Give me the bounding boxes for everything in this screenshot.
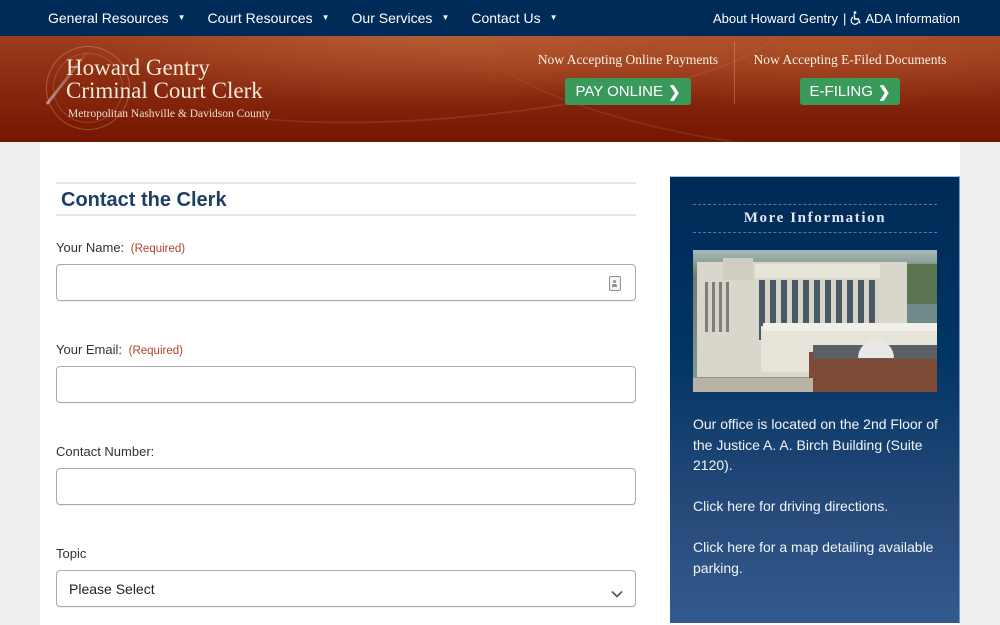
wheelchair-icon	[850, 11, 862, 25]
efiling-promo: Now Accepting E-Filed Documents E-FILING…	[744, 52, 956, 105]
email-label-text: Your Email:	[56, 342, 122, 357]
e-filing-label: E-FILING	[809, 83, 873, 100]
caret-down-icon: ▼	[321, 12, 330, 22]
photo-lower-roof	[763, 323, 937, 331]
required-indicator: (Required)	[130, 243, 186, 255]
contact-card-icon[interactable]	[609, 276, 621, 291]
sidebar-title: More Information	[743, 210, 887, 226]
main-menu: General Resources ▼ Court Resources ▼ Ou…	[48, 0, 580, 36]
driving-directions-link[interactable]: Click here for driving directions.	[693, 496, 943, 517]
required-indicator: (Required)	[128, 345, 183, 357]
photo-tower	[723, 258, 753, 280]
topic-field-group: Topic Please Select	[56, 546, 636, 607]
logo-subtitle: Metropolitan Nashville & Davidson County	[68, 108, 271, 120]
topic-label: Topic	[56, 546, 636, 561]
email-label: Your Email: (Required)	[56, 342, 636, 357]
page-title: Contact the Clerk	[61, 189, 227, 211]
office-location-text: Our office is located on the 2nd Floor o…	[693, 416, 938, 473]
ada-information-link[interactable]: ADA Information	[865, 11, 960, 26]
name-input[interactable]	[56, 264, 636, 301]
main-content: Contact the Clerk Your Name: (Required) …	[40, 142, 960, 625]
photo-plaza	[693, 378, 813, 392]
building-photo	[693, 250, 937, 392]
pay-online-label: PAY ONLINE	[575, 83, 663, 100]
menu-contact-us[interactable]: Contact Us ▼	[471, 10, 557, 26]
sidebar-title-bar: More Information	[693, 204, 937, 233]
pay-online-button[interactable]: PAY ONLINE ❯	[565, 78, 691, 105]
menu-label: Our Services	[351, 10, 433, 26]
topic-selected-value: Please Select	[69, 580, 155, 597]
form-title-bar: Contact the Clerk	[56, 182, 636, 216]
site-logo[interactable]: Howard Gentry Criminal Court Clerk Metro…	[45, 46, 306, 136]
caret-down-icon: ▼	[441, 12, 450, 22]
menu-our-services[interactable]: Our Services ▼	[352, 10, 450, 26]
chevron-down-icon	[611, 585, 623, 598]
efiling-heading: Now Accepting E-Filed Documents	[753, 52, 947, 67]
utility-links: About Howard Gentry | ADA Information	[713, 0, 960, 36]
name-label: Your Name: (Required)	[56, 240, 636, 255]
e-filing-button[interactable]: E-FILING ❯	[799, 78, 901, 105]
contact-number-label: Contact Number:	[56, 444, 636, 459]
contact-number-label-text: Contact Number:	[56, 444, 155, 459]
name-field-group: Your Name: (Required)	[56, 240, 636, 301]
parking-map-link[interactable]: Click here for a map detailing available…	[693, 537, 943, 578]
topic-select[interactable]: Please Select	[56, 570, 636, 607]
online-payments-promo: Now Accepting Online Payments PAY ONLINE…	[528, 52, 728, 105]
menu-label: Court Resources	[207, 10, 313, 26]
chevron-right-icon: ❯	[667, 83, 681, 101]
email-input[interactable]	[56, 366, 636, 403]
photo-roof	[755, 264, 880, 278]
promo-divider	[734, 42, 735, 104]
about-link[interactable]: About Howard Gentry	[713, 11, 838, 26]
header-banner: Howard Gentry Criminal Court Clerk Metro…	[0, 36, 1000, 142]
logo-line-1: Howard Gentry	[66, 55, 210, 80]
top-navigation: General Resources ▼ Court Resources ▼ Ou…	[0, 0, 1000, 36]
photo-windows	[705, 282, 729, 332]
name-label-text: Your Name:	[56, 240, 125, 255]
link-separator: |	[842, 10, 847, 26]
caret-down-icon: ▼	[177, 12, 186, 22]
page-background-gutter	[960, 142, 1000, 625]
menu-label: General Resources	[48, 10, 169, 26]
logo-line-2: Criminal Court Clerk	[66, 78, 263, 103]
logo-title: Howard Gentry Criminal Court Clerk	[66, 56, 263, 102]
contact-number-field-group: Contact Number:	[56, 444, 636, 505]
chevron-right-icon: ❯	[877, 83, 891, 101]
email-field-group: Your Email: (Required)	[56, 342, 636, 403]
caret-down-icon: ▼	[549, 12, 558, 22]
menu-label: Contact Us	[471, 10, 541, 26]
contact-number-input[interactable]	[56, 468, 636, 505]
menu-general-resources[interactable]: General Resources ▼	[48, 10, 186, 26]
menu-court-resources[interactable]: Court Resources ▼	[208, 10, 330, 26]
payments-heading: Now Accepting Online Payments	[537, 52, 719, 67]
more-information-sidebar: More Information Our office is located o…	[670, 176, 960, 623]
topic-label-text: Topic	[56, 546, 87, 561]
